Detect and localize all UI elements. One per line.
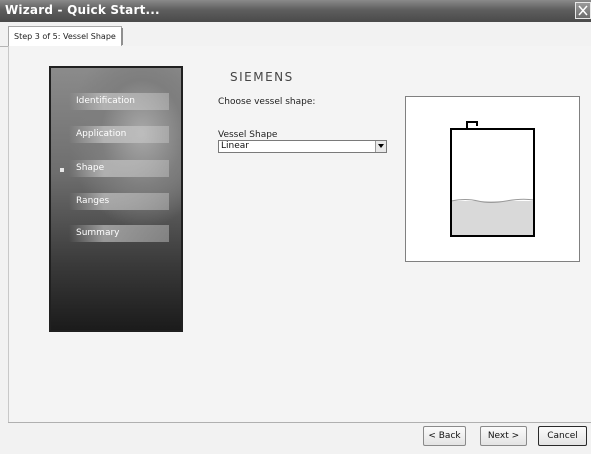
vessel-shape-value: Linear	[221, 141, 249, 151]
nav-item-ranges[interactable]: Ranges	[69, 193, 169, 210]
brand-logo: SIEMENS	[230, 70, 294, 84]
vessel-nozzle	[466, 121, 478, 129]
step-navigation-panel: Identification Application Shape Ranges …	[49, 66, 183, 332]
close-icon	[578, 5, 588, 16]
vessel-shape-select[interactable]: Linear	[218, 140, 387, 153]
chevron-down-icon	[378, 144, 384, 148]
tab-divider	[121, 28, 123, 45]
tab-vessel-shape[interactable]: Step 3 of 5: Vessel Shape	[8, 26, 122, 46]
nav-item-identification[interactable]: Identification	[69, 93, 169, 110]
window-title: Wizard - Quick Start...	[5, 3, 160, 17]
nav-item-application[interactable]: Application	[69, 126, 169, 143]
title-bar[interactable]: Wizard - Quick Start...	[0, 0, 591, 22]
vessel-diagram	[450, 121, 535, 237]
tab-strip: Step 3 of 5: Vessel Shape	[0, 22, 591, 47]
wizard-window: Wizard - Quick Start... Step 3 of 5: Ves…	[0, 0, 591, 454]
instruction-text: Choose vessel shape:	[218, 97, 316, 107]
back-button[interactable]: < Back	[423, 426, 466, 446]
footer-divider	[8, 422, 591, 423]
active-step-marker	[60, 168, 64, 172]
vessel-shape-label: Vessel Shape	[218, 130, 278, 140]
vessel-fill	[451, 201, 534, 236]
nav-item-shape[interactable]: Shape	[69, 160, 169, 177]
cancel-button[interactable]: Cancel	[538, 426, 587, 446]
next-button[interactable]: Next >	[480, 426, 527, 446]
vessel-preview-panel	[405, 96, 580, 262]
close-button[interactable]	[575, 2, 591, 19]
dropdown-button[interactable]	[375, 141, 386, 152]
nav-item-summary[interactable]: Summary	[69, 225, 169, 242]
